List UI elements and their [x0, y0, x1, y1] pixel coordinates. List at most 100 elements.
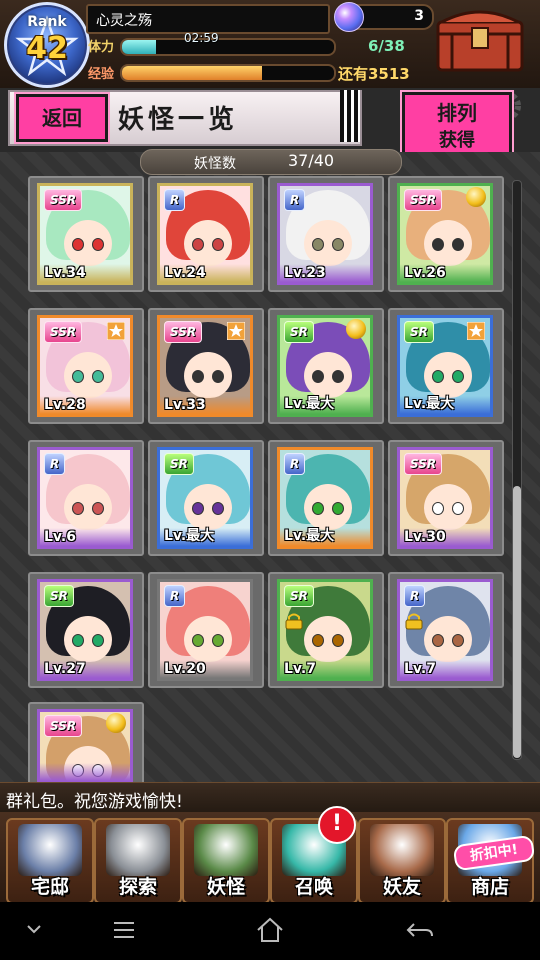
- level-label: Lv.最大: [284, 396, 335, 412]
- nav-item[interactable]: 宅邸: [6, 818, 94, 904]
- exp-bar: [120, 64, 336, 82]
- monster-count-label: 妖怪数: [194, 156, 236, 172]
- monster-portrait: SSR Lv.30: [397, 447, 493, 549]
- portrait-eye: [192, 238, 204, 251]
- portrait-eye: [212, 502, 224, 515]
- monster-card[interactable]: R Lv.23: [268, 176, 384, 292]
- portrait-eye: [452, 502, 464, 515]
- portrait-eye: [432, 634, 444, 647]
- portrait-eye: [72, 502, 84, 515]
- monster-portrait: SSR Lv.28: [37, 315, 133, 417]
- monster-card[interactable]: SSR Lv.34: [28, 176, 144, 292]
- rarity-badge: SSR: [404, 453, 443, 475]
- nav-label: 宅邸: [30, 876, 69, 898]
- monster-count-pill: [140, 149, 402, 175]
- monster-count-value: 37/40: [288, 151, 335, 170]
- portrait-eye: [92, 502, 104, 515]
- monster-card[interactable]: R Lv.6: [28, 440, 144, 556]
- back-button[interactable]: 返回: [14, 92, 110, 144]
- rarity-badge: SR: [44, 585, 74, 607]
- level-label: Lv.34: [44, 265, 86, 281]
- portrait-eye: [192, 370, 204, 383]
- level-label: Lv.24: [164, 265, 206, 281]
- scrollbar[interactable]: [512, 180, 522, 760]
- scrollbar-thumb[interactable]: [513, 486, 521, 758]
- sort-mode: 获得: [439, 130, 475, 151]
- level-label: Lv.7: [404, 661, 436, 677]
- monster-card[interactable]: SSR Lv.28: [28, 308, 144, 424]
- monster-card[interactable]: SSR Lv.30: [388, 440, 504, 556]
- scroll-icon: [194, 824, 258, 876]
- menu-icon[interactable]: [104, 912, 144, 948]
- exp-label: 经验: [88, 67, 115, 82]
- rarity-badge: SSR: [404, 189, 443, 211]
- portrait-eye: [72, 238, 84, 251]
- gem-counter[interactable]: 3: [334, 2, 434, 32]
- monster-portrait: R Lv.7: [397, 579, 493, 681]
- level-label: Lv.30: [404, 529, 446, 545]
- portrait-eye: [212, 634, 224, 647]
- nav-label: 商店: [470, 876, 509, 898]
- monster-card[interactable]: SR Lv.7: [268, 572, 384, 688]
- monster-card[interactable]: SSR Lv.26: [388, 176, 504, 292]
- monster-portrait: SR Lv.最大: [157, 447, 253, 549]
- portrait-eye: [72, 634, 84, 647]
- monster-card[interactable]: SSR Lv.33: [148, 308, 264, 424]
- portrait-eye: [72, 370, 84, 383]
- chevron-down-icon[interactable]: [14, 912, 54, 948]
- rarity-badge: SSR: [164, 321, 203, 343]
- sort-button[interactable]: 排列 获得: [400, 90, 514, 158]
- portrait-eye: [92, 370, 104, 383]
- rarity-badge: SR: [284, 585, 314, 607]
- rarity-badge: SR: [404, 321, 434, 343]
- monster-card[interactable]: R Lv.7: [388, 572, 504, 688]
- monster-portrait: R Lv.23: [277, 183, 373, 285]
- gem-count: 3: [414, 8, 424, 24]
- portrait-eye: [452, 370, 464, 383]
- rarity-badge: R: [284, 189, 306, 211]
- portrait-eye: [92, 238, 104, 251]
- monster-portrait: R Lv.24: [157, 183, 253, 285]
- exp-bar-fill: [122, 66, 262, 80]
- stamina-label: 体力: [88, 40, 115, 55]
- lock-icon: [405, 613, 423, 630]
- monster-card[interactable]: R Lv.20: [148, 572, 264, 688]
- level-label: Lv.最大: [404, 396, 455, 412]
- medal-icon: [466, 187, 486, 207]
- rarity-badge: R: [164, 189, 186, 211]
- rarity-badge: R: [404, 585, 426, 607]
- friend-icon: [370, 824, 434, 876]
- page-title: 妖怪一览: [118, 105, 239, 135]
- home-icon[interactable]: [250, 912, 290, 948]
- level-label: Lv.6: [44, 529, 76, 545]
- nav-item[interactable]: 妖怪: [182, 818, 270, 904]
- nav-item[interactable]: 妖友: [358, 818, 446, 904]
- monster-card[interactable]: SR Lv.最大: [148, 440, 264, 556]
- monster-portrait: SSR Lv.34: [37, 183, 133, 285]
- exp-remaining: 还有3513: [338, 65, 410, 83]
- rank-emblem: Rank 42: [4, 2, 90, 88]
- back-arrow-icon[interactable]: [400, 912, 440, 948]
- portrait-eye: [192, 634, 204, 647]
- monster-portrait: R Lv.20: [157, 579, 253, 681]
- title-plate-stripes: [340, 90, 360, 142]
- monster-card[interactable]: SR Lv.最大: [268, 308, 384, 424]
- news-ticker: 群礼包。祝您游戏愉快!: [0, 782, 540, 813]
- monster-card[interactable]: SR Lv.27: [28, 572, 144, 688]
- sort-label: 排列: [437, 101, 477, 125]
- rank-value: 42: [26, 31, 68, 66]
- stamina-bar-fill: [122, 40, 156, 54]
- monster-portrait: R Lv.6: [37, 447, 133, 549]
- monster-card[interactable]: SSR: [28, 702, 144, 786]
- treasure-chest-icon[interactable]: [432, 4, 528, 74]
- portrait-eye: [192, 502, 204, 515]
- house-icon: [18, 824, 82, 876]
- monster-card[interactable]: R Lv.最大: [268, 440, 384, 556]
- level-label: Lv.28: [44, 397, 86, 413]
- portrait-eye: [452, 634, 464, 647]
- monster-portrait: SSR Lv.26: [397, 183, 493, 285]
- rarity-badge: R: [164, 585, 186, 607]
- nav-item[interactable]: 探索: [94, 818, 182, 904]
- monster-card[interactable]: R Lv.24: [148, 176, 264, 292]
- monster-card[interactable]: SR Lv.最大: [388, 308, 504, 424]
